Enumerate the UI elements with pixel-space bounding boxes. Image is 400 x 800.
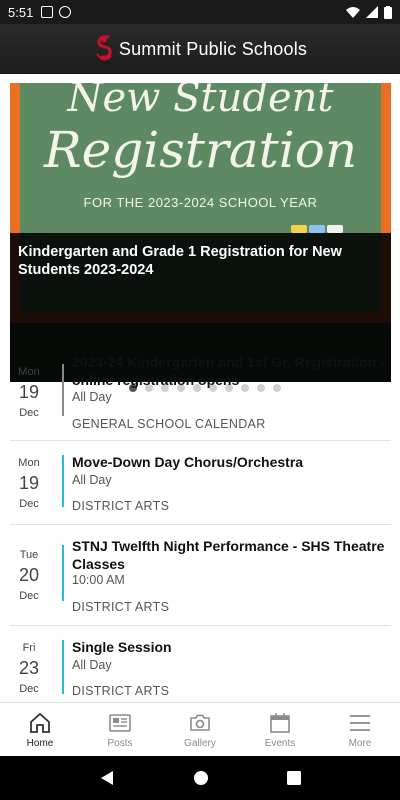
events-list: Mon 19 Dec 2023-24 Kindergarten and 1st … (10, 350, 391, 702)
event-category: GENERAL SCHOOL CALENDAR (72, 417, 266, 431)
system-navigation-bar (0, 756, 400, 800)
event-item[interactable]: Mon 19 Dec Move-Down Day Chorus/Orchestr… (10, 441, 391, 525)
battery-icon (384, 5, 392, 19)
wifi-icon (346, 7, 360, 18)
nav-more[interactable]: More (320, 703, 400, 756)
home-icon (30, 712, 50, 733)
home-button-icon[interactable] (193, 770, 209, 786)
event-item[interactable]: Mon 19 Dec 2023-24 Kindergarten and 1st … (10, 350, 391, 441)
nav-home[interactable]: Home (0, 703, 80, 756)
bottom-navigation: Home Posts Gallery Events More (0, 702, 400, 756)
event-title: Move-Down Day Chorus/Orchestra (72, 454, 304, 470)
event-item[interactable]: Fri 23 Dec Single Session All Day DISTRI… (10, 626, 391, 702)
carousel-caption[interactable]: Kindergarten and Grade 1 Registration fo… (18, 243, 378, 279)
nav-home-label: Home (26, 738, 54, 749)
nav-events-label: Events (264, 738, 296, 749)
event-time: All Day (72, 390, 112, 404)
board-line-1: New Student (67, 83, 334, 121)
board-line-3: FOR THE 2023-2024 SCHOOL YEAR (83, 195, 318, 210)
event-month: Dec (19, 407, 39, 419)
nav-gallery-label: Gallery (184, 738, 216, 749)
signal-icon (366, 6, 378, 18)
event-month: Dec (19, 683, 39, 695)
nav-posts-label: Posts (107, 738, 133, 749)
event-date: Mon 19 Dec (10, 457, 48, 510)
event-title: 2023-24 Kindergarten and 1st Gr. Registr… (72, 354, 385, 388)
recents-icon[interactable] (287, 771, 301, 785)
app-notification-icon (59, 6, 72, 18)
back-icon[interactable] (99, 770, 115, 786)
event-time: All Day (72, 658, 112, 672)
event-month: Dec (19, 498, 39, 510)
chalk-pieces (291, 220, 351, 233)
event-category: DISTRICT ARTS (72, 684, 170, 698)
event-date: Tue 20 Dec (10, 549, 48, 602)
status-bar: 5:51 (0, 0, 400, 24)
event-date: Mon 19 Dec (10, 366, 48, 419)
event-day: 23 (18, 658, 40, 678)
nav-posts[interactable]: Posts (80, 703, 160, 756)
main-content[interactable]: New Student Registration FOR THE 2023-20… (0, 74, 400, 702)
event-title: STNJ Twelfth Night Performance - SHS The… (72, 538, 385, 572)
nav-gallery[interactable]: Gallery (160, 703, 240, 756)
app-title: Summit Public Schools (118, 38, 308, 59)
school-logo-icon (96, 35, 112, 61)
camera-icon (190, 714, 210, 731)
event-dow: Mon (18, 457, 40, 469)
event-color-bar (62, 640, 64, 694)
event-color-bar (62, 455, 64, 507)
event-dow: Tue (19, 549, 39, 561)
event-dow: Mon (18, 366, 40, 378)
event-time: All Day (72, 473, 112, 487)
menu-icon (350, 715, 370, 731)
app-bar: Summit Public Schools (0, 24, 400, 74)
nav-more-label: More (348, 738, 372, 749)
event-day: 20 (18, 565, 40, 585)
event-item[interactable]: Tue 20 Dec STNJ Twelfth Night Performanc… (10, 525, 391, 626)
event-color-bar (62, 364, 64, 416)
event-category: DISTRICT ARTS (72, 499, 170, 513)
event-dow: Fri (22, 642, 36, 654)
sim-icon (41, 6, 54, 18)
event-color-bar (62, 545, 64, 601)
featured-carousel[interactable]: New Student Registration FOR THE 2023-20… (10, 83, 391, 382)
event-month: Dec (19, 590, 39, 602)
event-date: Fri 23 Dec (10, 642, 48, 695)
event-time: 10:00 AM (72, 573, 125, 587)
event-day: 19 (18, 382, 40, 402)
posts-icon (109, 714, 131, 732)
event-day: 19 (18, 473, 40, 493)
calendar-icon (270, 713, 290, 733)
event-title: Single Session (72, 639, 172, 655)
nav-events[interactable]: Events (240, 703, 320, 756)
event-category: DISTRICT ARTS (72, 600, 170, 614)
status-time: 5:51 (8, 4, 34, 20)
board-line-2: Registration (43, 121, 358, 179)
